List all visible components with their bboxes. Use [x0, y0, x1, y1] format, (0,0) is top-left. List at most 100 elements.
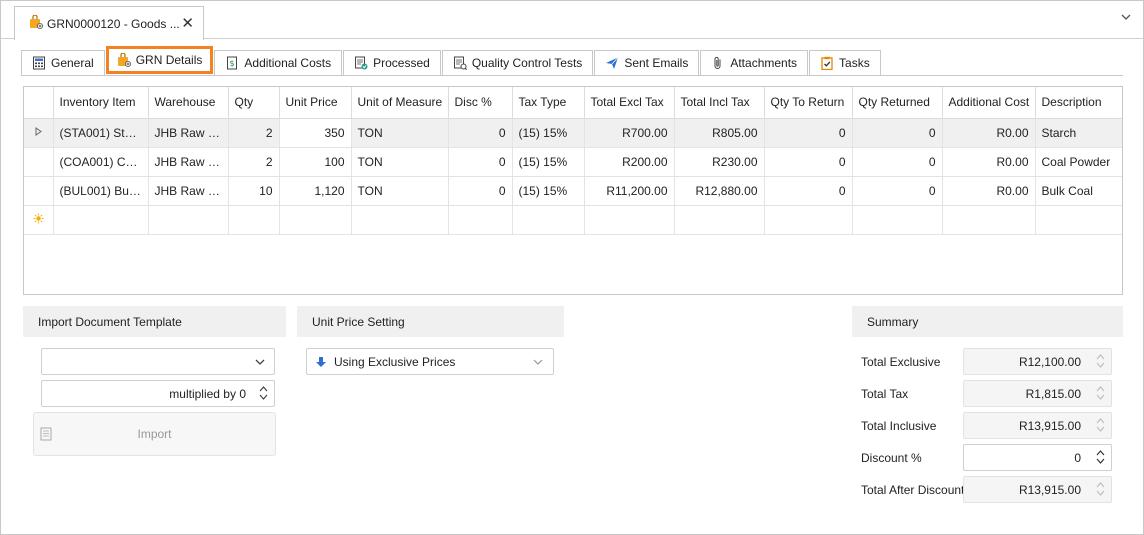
grid-cell[interactable]: 2 — [228, 147, 280, 177]
grid-cell[interactable] — [53, 205, 149, 235]
grid-cell[interactable] — [512, 205, 585, 235]
grid-cell[interactable]: R200.00 — [584, 147, 675, 177]
grid-cell[interactable]: R11,200.00 — [584, 176, 675, 206]
quality-check-icon — [453, 56, 467, 70]
column-header[interactable]: Total Incl Tax — [674, 87, 765, 119]
grid-cell[interactable] — [351, 205, 449, 235]
total-after-discount-label: Total After Discount — [861, 483, 965, 497]
grn-lines-grid[interactable]: Inventory Item Warehouse Qty Unit Price … — [23, 86, 1123, 295]
grid-cell[interactable] — [1035, 205, 1122, 235]
column-header[interactable]: Qty — [228, 87, 280, 119]
column-header[interactable]: Unit Price — [279, 87, 352, 119]
column-header[interactable]: Inventory Item — [53, 87, 149, 119]
discount-stepper[interactable]: 0 — [963, 444, 1112, 471]
grid-cell[interactable] — [584, 205, 675, 235]
column-header[interactable]: Disc % — [448, 87, 513, 119]
unit-price-setting-select[interactable]: Using Exclusive Prices — [306, 348, 554, 375]
grid-cell[interactable] — [942, 205, 1036, 235]
grid-cell[interactable]: R0.00 — [942, 118, 1036, 148]
total-after-discount-field: R13,915.00 — [963, 476, 1112, 503]
tab-attachments[interactable]: Attachments — [700, 50, 809, 75]
grid-cell[interactable]: 0 — [764, 118, 853, 148]
column-header[interactable]: Description — [1035, 87, 1122, 119]
discount-value: 0 — [1074, 450, 1081, 465]
calculator-icon — [33, 56, 45, 70]
grid-cell[interactable]: 0 — [448, 118, 513, 148]
grid-cell[interactable]: 0 — [764, 176, 853, 206]
import-doc-icon — [40, 427, 52, 444]
grid-cell[interactable]: R0.00 — [942, 176, 1036, 206]
panel-title: Unit Price Setting — [312, 314, 405, 329]
spin-arrows-icon[interactable] — [1096, 449, 1105, 465]
grid-cell[interactable]: 10 — [228, 176, 280, 206]
grid-cell[interactable]: Coal Powder — [1035, 147, 1122, 177]
grid-cell[interactable]: JHB Raw Mat... — [148, 147, 229, 177]
column-header[interactable]: Additional Cost — [942, 87, 1036, 119]
grid-cell[interactable]: R230.00 — [674, 147, 765, 177]
grid-cell[interactable]: (15) 15% — [512, 147, 585, 177]
summary-panel-header: Summary — [852, 306, 1123, 337]
new-item-row[interactable] — [24, 205, 1122, 235]
grid-cell[interactable]: 0 — [448, 176, 513, 206]
tab-grn-details[interactable]: GRN Details — [105, 46, 214, 74]
grid-cell[interactable]: 0 — [852, 176, 943, 206]
grid-cell[interactable]: TON — [351, 118, 449, 148]
tab-general[interactable]: General — [21, 50, 105, 75]
import-button[interactable]: Import — [33, 412, 276, 456]
spin-arrows-icon[interactable] — [259, 385, 268, 401]
grid-cell[interactable]: (STA001) Starch — [53, 118, 149, 148]
table-row[interactable]: (BUL001) Bulk C... JHB Raw Mat... 10 1,1… — [24, 176, 1122, 206]
grid-cell[interactable]: 0 — [852, 118, 943, 148]
grid-cell[interactable]: (15) 15% — [512, 118, 585, 148]
tab-quality-control-tests[interactable]: Quality Control Tests — [441, 50, 594, 75]
document-tab-strip: GRN0000120 - Goods ... ✕ — [1, 1, 1143, 40]
template-select[interactable] — [41, 348, 275, 375]
total-tax-value: R1,815.00 — [1025, 386, 1081, 401]
column-header[interactable]: Total Excl Tax — [584, 87, 675, 119]
grid-cell[interactable] — [674, 205, 765, 235]
document-tab[interactable]: GRN0000120 - Goods ... ✕ — [14, 6, 204, 40]
column-header[interactable]: Qty To Return — [764, 87, 853, 119]
close-icon[interactable]: ✕ — [181, 14, 194, 32]
spin-arrows-icon — [1096, 417, 1105, 433]
tab-additional-costs[interactable]: $ Additional Costs — [214, 50, 343, 75]
chevron-down-icon[interactable] — [1121, 11, 1131, 23]
grid-cell[interactable]: 0 — [852, 147, 943, 177]
grid-cell[interactable]: 0 — [448, 147, 513, 177]
grid-cell[interactable] — [279, 205, 352, 235]
table-row[interactable]: (STA001) Starch JHB Raw Mat... 2 350 TON… — [24, 118, 1122, 148]
grid-cell[interactable]: R805.00 — [674, 118, 765, 148]
table-row[interactable]: (COA001) Coal ... JHB Raw Mat... 2 100 T… — [24, 147, 1122, 177]
grid-cell-unit-price[interactable]: 350 — [279, 118, 352, 148]
grid-cell[interactable]: (15) 15% — [512, 176, 585, 206]
grid-cell[interactable]: TON — [351, 176, 449, 206]
multiplier-stepper[interactable]: multiplied by 0 — [41, 380, 275, 407]
grid-cell[interactable]: R700.00 — [584, 118, 675, 148]
grid-cell[interactable]: Bulk Coal — [1035, 176, 1122, 206]
grid-cell[interactable]: TON — [351, 147, 449, 177]
grid-cell[interactable]: (COA001) Coal ... — [53, 147, 149, 177]
grid-cell[interactable] — [448, 205, 513, 235]
grid-cell[interactable] — [148, 205, 229, 235]
column-header[interactable]: Unit of Measure — [351, 87, 449, 119]
column-header[interactable]: Tax Type — [512, 87, 585, 119]
grid-cell[interactable] — [228, 205, 280, 235]
grid-cell[interactable]: R12,880.00 — [674, 176, 765, 206]
grid-cell[interactable]: 100 — [279, 147, 352, 177]
grid-cell[interactable] — [852, 205, 943, 235]
grid-cell[interactable]: (BUL001) Bulk C... — [53, 176, 149, 206]
tab-label: Tasks — [839, 56, 870, 70]
grid-cell[interactable]: JHB Raw Mat... — [148, 176, 229, 206]
column-header[interactable]: Qty Returned — [852, 87, 943, 119]
grid-cell[interactable] — [764, 205, 853, 235]
grid-cell[interactable]: 2 — [228, 118, 280, 148]
grid-cell[interactable]: 0 — [764, 147, 853, 177]
tab-tasks[interactable]: Tasks — [809, 50, 881, 75]
column-header[interactable]: Warehouse — [148, 87, 229, 119]
grid-cell[interactable]: JHB Raw Mat... — [148, 118, 229, 148]
grid-cell[interactable]: 1,120 — [279, 176, 352, 206]
tab-processed[interactable]: Processed — [343, 50, 441, 75]
tab-sent-emails[interactable]: Sent Emails — [594, 50, 700, 75]
grid-cell[interactable]: Starch — [1035, 118, 1122, 148]
grid-cell[interactable]: R0.00 — [942, 147, 1036, 177]
